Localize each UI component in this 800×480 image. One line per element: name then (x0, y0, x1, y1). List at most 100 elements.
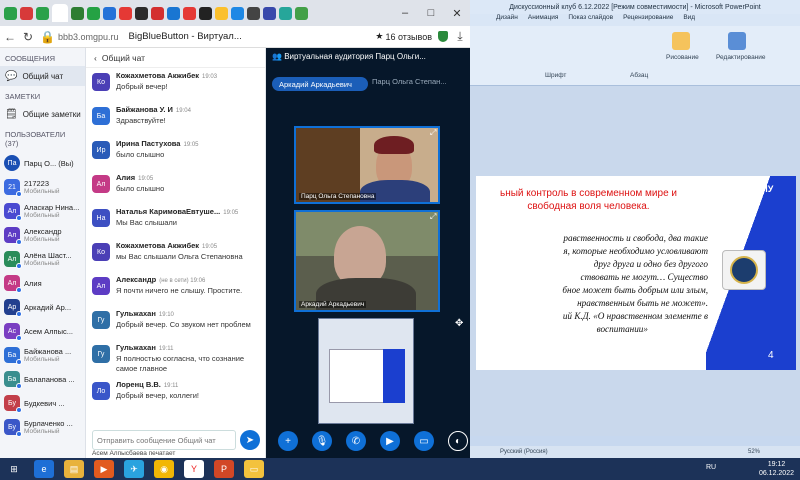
close-icon[interactable]: ✕ (444, 7, 470, 20)
taskbar-media[interactable]: ▶ (94, 460, 114, 478)
slide-body: равственность и свобода, два такие я, кот… (476, 232, 708, 336)
slide-text-line: равственность и свобода, два такие (563, 233, 708, 243)
user-item[interactable]: Бу Бурлаченко ... Мобильный (0, 415, 85, 439)
shared-notes-item[interactable]: 🗒 Общие заметки (0, 104, 85, 124)
public-chat-item[interactable]: 💬 Общий чат (0, 66, 85, 86)
taskbar-ie[interactable]: e (34, 460, 54, 478)
fullscreen-icon[interactable]: ⤢ (430, 128, 436, 138)
message-time: 19:03 (202, 74, 218, 80)
browser-tab[interactable] (183, 6, 196, 20)
presenter-pill[interactable]: Аркадий Аркадьевич (272, 77, 368, 91)
status-zoom[interactable]: 52% (748, 449, 760, 455)
start-button[interactable]: ⊞ (4, 460, 24, 478)
taskbar-telegram[interactable]: ✈ (124, 460, 144, 478)
user-item[interactable]: 21 217223 Мобильный (0, 175, 85, 199)
powerpoint-title: Дискуссионный клуб 6.12.2022 [Режим совм… (470, 0, 800, 14)
browser-tab[interactable] (36, 6, 49, 20)
browser-tab[interactable] (263, 6, 276, 20)
avatar: На (92, 209, 110, 227)
user-item[interactable]: Ар Аркадий Ар... (0, 295, 85, 319)
user-item[interactable]: Ал Алёна Шаст... Мобильный (0, 247, 85, 271)
send-button[interactable]: ➤ (240, 430, 260, 450)
chat-message: Ко Кожахметова Акжибек 19:05 мы Вас слыша… (86, 238, 265, 272)
taskbar-yandex[interactable]: Y (184, 460, 204, 478)
ribbon-tab[interactable]: Дизайн (496, 14, 518, 26)
back-icon[interactable]: ← (4, 30, 16, 44)
user-name: Будкевич ... (24, 398, 65, 408)
reload-icon[interactable]: ↻ (22, 30, 34, 44)
microphone-button[interactable]: 🎙 (312, 431, 332, 451)
browser-tab[interactable] (231, 6, 244, 20)
more-button[interactable]: ◐ (448, 431, 468, 451)
browser-tab[interactable] (52, 4, 68, 22)
browser-tab[interactable] (135, 6, 148, 20)
ribbon-drawing[interactable]: Рисование (666, 54, 699, 61)
reviews-badge[interactable]: ★ 16 отзывов (375, 31, 432, 42)
user-item[interactable]: Ал Алия (0, 271, 85, 295)
fullscreen-icon-2[interactable]: ⤢ (430, 212, 436, 222)
video-tile-arkadiy[interactable]: Аркадий Аркадьевич (294, 210, 440, 312)
taskbar-explorer[interactable]: ▤ (64, 460, 84, 478)
tray-language[interactable]: RU (706, 464, 716, 471)
url-text[interactable]: bbb3.omgpu.ru (58, 32, 119, 42)
user-name: 217223 (24, 179, 50, 188)
browser-tab[interactable] (247, 6, 260, 20)
slide-text-line: бное может быть добрым или злым, (562, 285, 708, 295)
user-item[interactable]: Бу Будкевич ... (0, 391, 85, 415)
screenshare-preview[interactable] (318, 318, 414, 424)
chevron-left-icon[interactable]: ‹ (94, 53, 97, 63)
browser-tab[interactable] (119, 6, 132, 20)
ribbon-tab[interactable]: Рецензирование (623, 14, 673, 26)
maximize-icon[interactable]: □ (418, 7, 444, 19)
user-item[interactable]: Ас Асем Алпыс... (0, 319, 85, 343)
taskbar-powerpoint[interactable]: P (214, 460, 234, 478)
browser-tab[interactable] (167, 6, 180, 20)
browser-tab[interactable] (295, 6, 308, 20)
camera-button[interactable]: ▶ (380, 431, 400, 451)
user-item[interactable]: Ал Александр Мобильный (0, 223, 85, 247)
drag-handle-icon[interactable]: ✥ (455, 318, 463, 329)
ribbon-tab[interactable]: Вид (683, 14, 695, 26)
browser-tab[interactable] (215, 6, 228, 20)
ribbon-tab[interactable]: Анимация (528, 14, 559, 26)
browser-tab[interactable] (20, 6, 33, 20)
avatar-initials: Ко (97, 78, 105, 86)
avatar: Ар (4, 299, 22, 317)
user-device: Мобильный (24, 428, 60, 435)
screenshare-button[interactable]: ▭ (414, 431, 434, 451)
user-item[interactable]: Ал Аласкар Нина... Мобильный (0, 199, 85, 223)
user-item[interactable]: Па Парц О... (Вы) (0, 151, 85, 175)
minimize-icon[interactable]: – (392, 7, 418, 19)
download-icon[interactable]: ⤓ (454, 29, 466, 44)
ribbon-editing[interactable]: Редактирование (716, 54, 766, 61)
browser-tab[interactable] (151, 6, 164, 20)
browser-tab[interactable] (4, 6, 17, 20)
audio-button[interactable]: ✆ (346, 431, 366, 451)
shield-icon[interactable] (438, 31, 448, 42)
message-author: Алия 19:05 (116, 173, 164, 182)
clock[interactable]: 19:12 06.12.2022 (759, 460, 794, 478)
ribbon-tab[interactable]: Показ слайдов (568, 14, 613, 26)
avatar: Ал (92, 175, 110, 193)
chat-message-input[interactable]: Отправить сообщение Общий чат (92, 430, 236, 450)
browser-tab[interactable] (71, 6, 84, 20)
browser-tab[interactable] (199, 6, 212, 20)
user-item[interactable]: Ба Байжанова ... Мобильный (0, 343, 85, 367)
actions-button[interactable]: + (278, 431, 298, 451)
browser-tab[interactable] (103, 6, 116, 20)
avatar-initials: Ал (7, 207, 17, 215)
user-item[interactable]: Ба Балапанова ... (0, 367, 85, 391)
room-title: 👥 Виртуальная аудитория Парц Ольги... (272, 52, 426, 61)
taskbar-chrome[interactable]: ◉ (154, 460, 174, 478)
avatar-initials: Гу (97, 316, 105, 324)
browser-tab[interactable] (279, 6, 292, 20)
video-tile-olga[interactable]: Парц Ольга Степановна (294, 126, 440, 204)
author-name: Гульжахан (116, 309, 156, 318)
plus-icon: + (285, 435, 291, 447)
browser-tab[interactable] (87, 6, 100, 20)
author-name: Наталья КаримоваЕвтуше... (116, 207, 221, 216)
taskbar-folder[interactable]: ▭ (244, 460, 264, 478)
user-list: Па Парц О... (Вы) 21 217223 Мобильный Ал Ал… (0, 151, 85, 439)
second-speaker-pill[interactable]: Парц Ольга Степан... (372, 77, 447, 86)
taskbar-apps: ⊞ e ▤ ▶ ✈ ◉ Y P ▭ (4, 460, 264, 478)
